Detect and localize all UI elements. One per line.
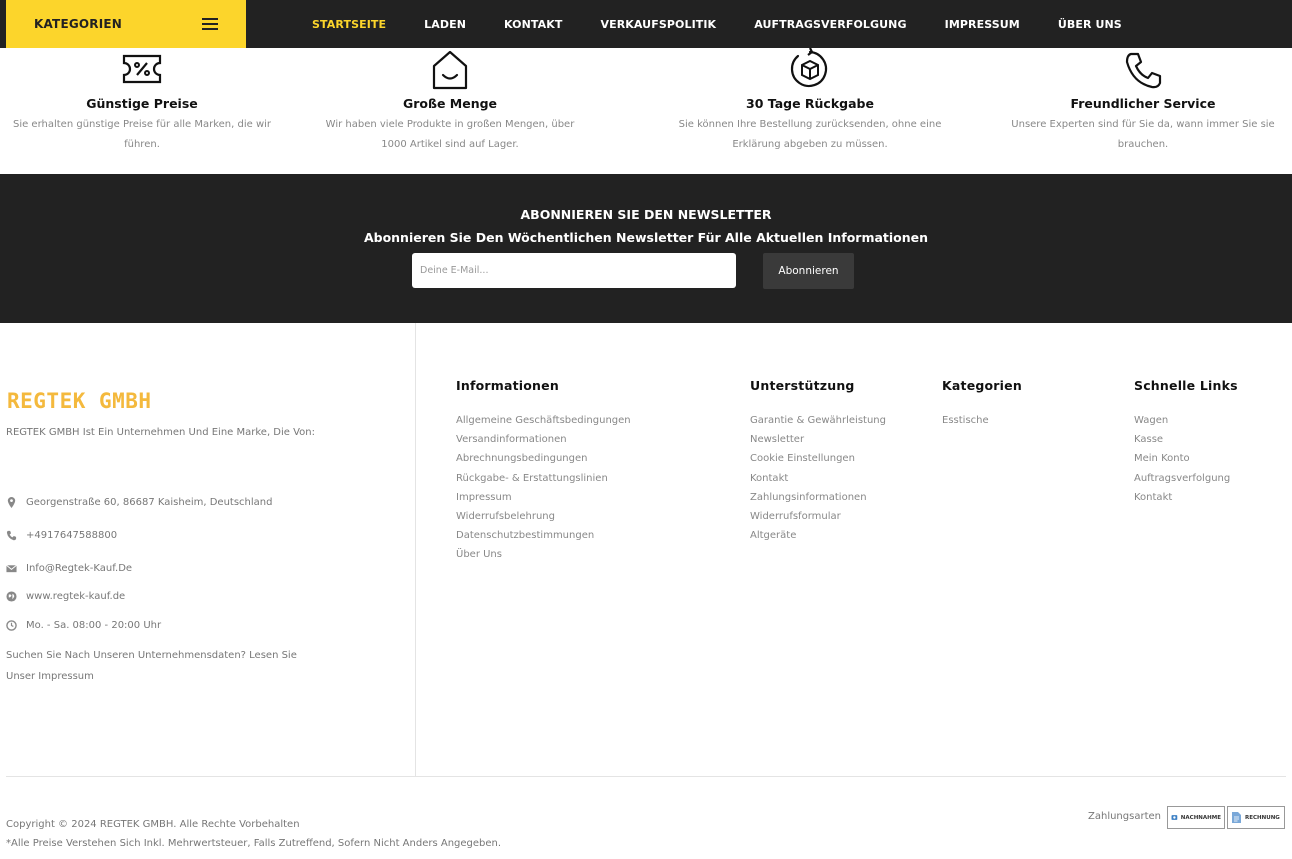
payment-badge-nachnahme: NACHNAHME bbox=[1167, 806, 1225, 829]
footer-col-unterstuetzung: Unterstützung Garantie & Gewährleistung … bbox=[750, 378, 886, 545]
clock-icon bbox=[6, 620, 17, 631]
feature-rueckgabe: 30 Tage Rückgabe Sie können Ihre Bestell… bbox=[670, 48, 950, 155]
footer-link[interactable]: Garantie & Gewährleistung bbox=[750, 411, 886, 430]
footer-link[interactable]: Über Uns bbox=[456, 545, 631, 564]
impressum-note[interactable]: Suchen Sie Nach Unseren Unternehmensdate… bbox=[6, 645, 326, 687]
discount-ticket-icon bbox=[122, 54, 162, 84]
footer-col-kategorien: Kategorien Esstische bbox=[942, 378, 1022, 430]
box-smile-icon bbox=[432, 50, 468, 90]
envelope-icon bbox=[6, 564, 17, 573]
email-text[interactable]: Info@Regtek-Kauf.De bbox=[26, 563, 132, 574]
feature-guenstige-preise: Günstige Preise Sie erhalten günstige Pr… bbox=[2, 48, 282, 155]
footer-col-schnelle-links: Schnelle Links Wagen Kasse Mein Konto Au… bbox=[1134, 378, 1238, 507]
address-text: Georgenstraße 60, 86687 Kaisheim, Deutsc… bbox=[26, 497, 273, 508]
feature-title: Große Menge bbox=[402, 96, 498, 111]
footer-col-title: Informationen bbox=[456, 378, 559, 393]
feature-desc: Sie können Ihre Bestellung zurücksenden,… bbox=[678, 119, 942, 150]
footer-link[interactable]: Zahlungsinformationen bbox=[750, 488, 886, 507]
nav-laden[interactable]: LADEN bbox=[424, 18, 466, 31]
footer-link[interactable]: Widerrufsformular bbox=[750, 507, 886, 526]
company-info: REGTEK GMBH REGTEK GMBH Ist Ein Unterneh… bbox=[0, 323, 416, 776]
newsletter-title: ABONNIEREN SIE DEN NEWSLETTER bbox=[520, 207, 772, 222]
company-description: REGTEK GMBH Ist Ein Unternehmen Und Eine… bbox=[6, 427, 315, 438]
feature-title: 30 Tage Rückgabe bbox=[746, 96, 874, 111]
phone-text[interactable]: +4917647588800 bbox=[26, 530, 117, 541]
feature-desc: Wir haben viele Produkte in großen Menge… bbox=[325, 119, 575, 150]
hours-text: Mo. - Sa. 08:00 - 20:00 Uhr bbox=[26, 620, 162, 631]
footer-link[interactable]: Kontakt bbox=[1134, 488, 1238, 507]
footer-divider bbox=[6, 776, 1286, 777]
footer-link[interactable]: Widerrufsbelehrung bbox=[456, 507, 631, 526]
footer-link[interactable]: Datenschutzbestimmungen bbox=[456, 526, 631, 545]
nav-startseite[interactable]: STARTSEITE bbox=[312, 18, 386, 31]
contact-email: Info@Regtek-Kauf.De bbox=[6, 563, 132, 574]
phone-icon bbox=[6, 530, 17, 541]
location-pin-icon bbox=[7, 497, 16, 508]
footer-link[interactable]: Altgeräte bbox=[750, 526, 886, 545]
main-nav: STARTSEITE LADEN KONTAKT VERKAUFSPOLITIK… bbox=[312, 0, 1160, 48]
footer-col-title: Kategorien bbox=[942, 378, 1022, 393]
footer-link[interactable]: Auftragsverfolgung bbox=[1134, 469, 1238, 488]
top-navbar: KATEGORIEN STARTSEITE LADEN KONTAKT VERK… bbox=[0, 0, 1292, 48]
footer-col-title: Schnelle Links bbox=[1134, 378, 1238, 393]
phone-icon bbox=[1125, 52, 1162, 89]
feature-title: Freundlicher Service bbox=[1070, 96, 1216, 111]
footer-link[interactable]: Kontakt bbox=[750, 469, 886, 488]
globe-icon bbox=[6, 591, 17, 602]
footer-link[interactable]: Rückgabe- & Erstattungslinien bbox=[456, 469, 631, 488]
nav-impressum[interactable]: IMPRESSUM bbox=[945, 18, 1020, 31]
features-section: Günstige Preise Sie erhalten günstige Pr… bbox=[0, 48, 1292, 174]
contact-address: Georgenstraße 60, 86687 Kaisheim, Deutsc… bbox=[6, 497, 272, 508]
return-box-icon bbox=[790, 48, 828, 88]
feature-title: Günstige Preise bbox=[86, 96, 198, 111]
feature-desc: Sie erhalten günstige Preise für alle Ma… bbox=[12, 119, 272, 150]
footer-link[interactable]: Versandinformationen bbox=[456, 430, 631, 449]
footer-col-title: Unterstützung bbox=[750, 378, 855, 393]
footer-link[interactable]: Impressum bbox=[456, 488, 631, 507]
payment-method-label: NACHNAHME bbox=[1180, 814, 1221, 821]
footer-link[interactable]: Cookie Einstellungen bbox=[750, 449, 886, 468]
contact-phone: +4917647588800 bbox=[6, 530, 117, 541]
subscribe-button[interactable]: Abonnieren bbox=[763, 253, 854, 289]
cash-on-delivery-icon bbox=[1171, 815, 1178, 820]
payment-label: Zahlungsarten bbox=[1088, 811, 1161, 822]
footer-col-informationen: Informationen Allgemeine Geschäftsbeding… bbox=[456, 378, 631, 565]
payment-badge-rechnung: RECHNUNG bbox=[1227, 806, 1285, 829]
categories-label: KATEGORIEN bbox=[34, 17, 123, 31]
contact-website: www.regtek-kauf.de bbox=[6, 591, 125, 602]
footer-link[interactable]: Mein Konto bbox=[1134, 449, 1238, 468]
newsletter-subtitle: Abonnieren Sie Den Wöchentlichen Newslet… bbox=[363, 230, 929, 245]
feature-desc: Unsere Experten sind für Sie da, wann im… bbox=[1011, 119, 1275, 150]
footer-link[interactable]: Esstische bbox=[942, 411, 1022, 430]
footer-link[interactable]: Wagen bbox=[1134, 411, 1238, 430]
payment-method-label: RECHNUNG bbox=[1245, 814, 1280, 821]
newsletter-email-input[interactable] bbox=[412, 253, 736, 288]
footer-link[interactable]: Allgemeine Geschäftsbedingungen bbox=[456, 411, 631, 430]
invoice-icon bbox=[1232, 812, 1241, 823]
footer-link[interactable]: Newsletter bbox=[750, 430, 886, 449]
newsletter-section: ABONNIEREN SIE DEN NEWSLETTER Abonnieren… bbox=[0, 174, 1292, 323]
company-logo: REGTEK GMBH bbox=[7, 389, 152, 413]
nav-kontakt[interactable]: KONTAKT bbox=[504, 18, 562, 31]
nav-auftragsverfolgung[interactable]: AUFTRAGSVERFOLGUNG bbox=[754, 18, 906, 31]
website-text[interactable]: www.regtek-kauf.de bbox=[26, 591, 125, 602]
footer-link[interactable]: Kasse bbox=[1134, 430, 1238, 449]
copyright-text: Copyright © 2024 REGTEK GMBH. Alle Recht… bbox=[6, 819, 300, 830]
footer-link[interactable]: Abrechnungsbedingungen bbox=[456, 449, 631, 468]
vat-note: *Alle Preise Verstehen Sich Inkl. Mehrwe… bbox=[6, 838, 502, 849]
contact-hours: Mo. - Sa. 08:00 - 20:00 Uhr bbox=[6, 620, 161, 631]
feature-grosse-menge: Große Menge Wir haben viele Produkte in … bbox=[310, 48, 590, 155]
nav-ueber-uns[interactable]: ÜBER UNS bbox=[1058, 18, 1122, 31]
categories-button[interactable]: KATEGORIEN bbox=[6, 0, 246, 48]
nav-verkaufspolitik[interactable]: VERKAUFSPOLITIK bbox=[600, 18, 716, 31]
feature-service: Freundlicher Service Unsere Experten sin… bbox=[1003, 48, 1283, 155]
menu-icon bbox=[202, 18, 218, 30]
